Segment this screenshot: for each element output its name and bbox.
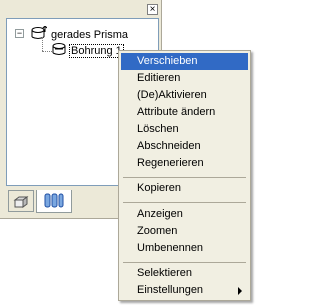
features-icon — [44, 193, 64, 208]
menu-item-loeschen[interactable]: Löschen — [121, 121, 248, 138]
submenu-arrow-icon — [238, 287, 242, 295]
tree-item-root[interactable]: gerades Prisma — [51, 29, 128, 41]
menu-item-kopieren[interactable]: Kopieren — [121, 180, 248, 197]
menu-separator — [123, 202, 246, 203]
menu-item-einstellungen[interactable]: Einstellungen — [121, 282, 248, 299]
tab-model[interactable] — [8, 190, 34, 212]
model-icon — [13, 196, 29, 208]
menu-item-einstellungen-label: Einstellungen — [137, 284, 204, 296]
menu-item-attribute-aendern[interactable]: Attribute ändern — [121, 104, 248, 121]
menu-item-anzeigen[interactable]: Anzeigen — [121, 206, 248, 223]
context-menu: Verschieben Editieren (De)Aktivieren Att… — [118, 50, 251, 301]
tree-connector — [42, 37, 43, 51]
menu-separator — [123, 262, 246, 263]
menu-item-selektieren[interactable]: Selektieren — [121, 265, 248, 282]
menu-item-zoomen[interactable]: Zoomen — [121, 223, 248, 240]
prism-icon — [31, 26, 47, 39]
bore-icon — [52, 43, 66, 55]
menu-item-editieren[interactable]: Editieren — [121, 70, 248, 87]
menu-item-regenerieren[interactable]: Regenerieren — [121, 155, 248, 172]
tab-features[interactable] — [36, 190, 72, 213]
close-button[interactable]: × — [147, 4, 158, 15]
menu-item-verschieben[interactable]: Verschieben — [121, 53, 248, 70]
tree-collapse-button[interactable]: − — [15, 29, 24, 38]
tree-item-child[interactable]: Bohrung 1 — [69, 44, 124, 58]
menu-item-abschneiden[interactable]: Abschneiden — [121, 138, 248, 155]
menu-separator — [123, 177, 246, 178]
menu-item-deaktivieren[interactable]: (De)Aktivieren — [121, 87, 248, 104]
menu-item-umbenennen[interactable]: Umbenennen — [121, 240, 248, 257]
